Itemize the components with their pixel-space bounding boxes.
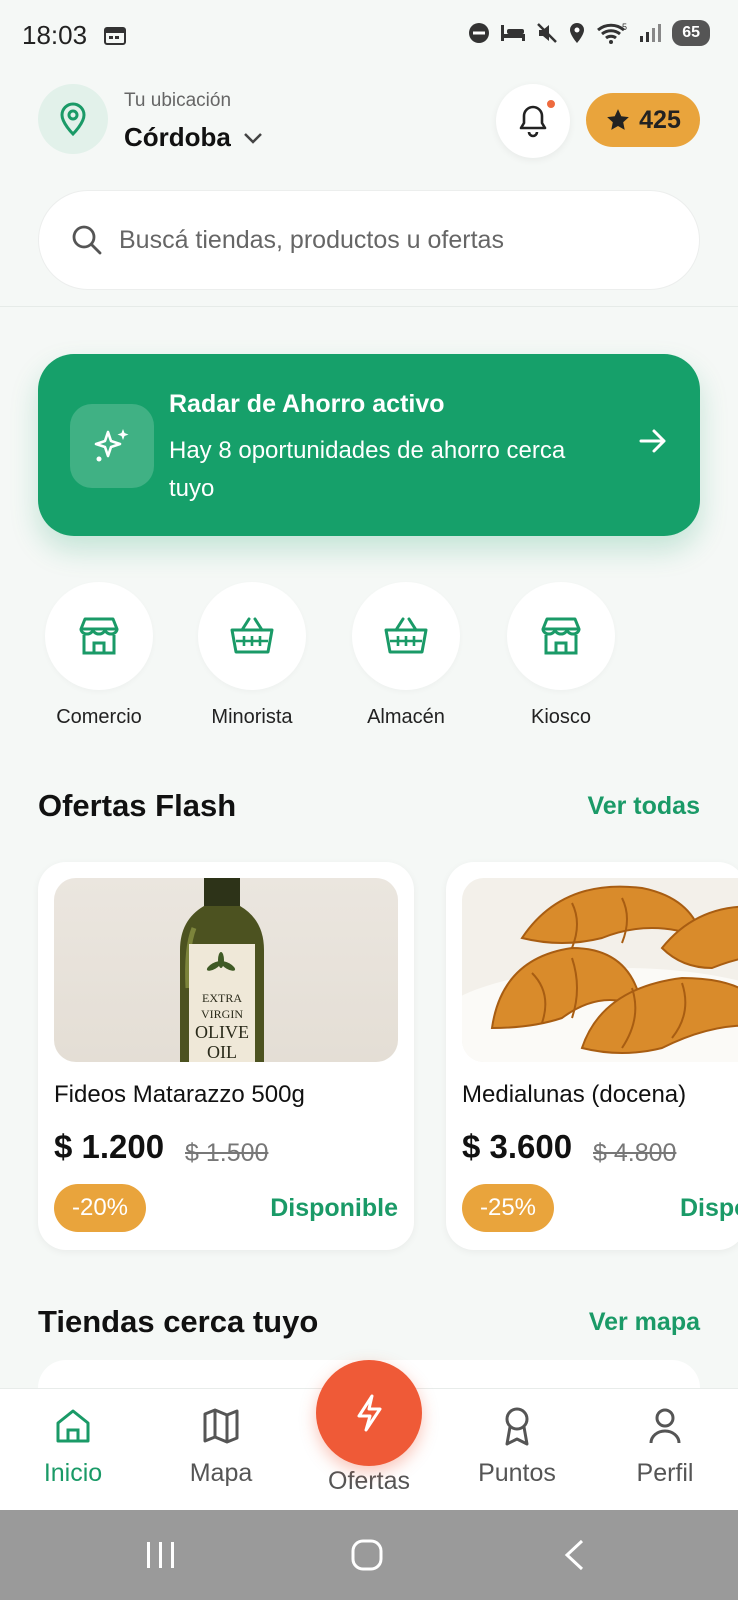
notification-dot: [545, 98, 557, 110]
availability-status: Disponible: [270, 1194, 398, 1222]
home-icon: [56, 1409, 90, 1443]
radar-title: Radar de Ahorro activo: [169, 390, 445, 418]
signal-icon: [640, 24, 662, 42]
nav-label: Puntos: [478, 1459, 556, 1487]
star-icon: [607, 109, 629, 130]
category-icon-wrap: [507, 582, 615, 690]
category-icon-wrap: [45, 582, 153, 690]
location-label: Tu ubicación: [124, 90, 232, 111]
sleep-icon: [501, 25, 526, 41]
home-system-icon[interactable]: [350, 1538, 384, 1572]
header-divider: [0, 306, 738, 307]
bolt-icon: [357, 1394, 382, 1432]
product-price: $ 1.200: [54, 1128, 165, 1165]
offers-fab-button[interactable]: [316, 1360, 422, 1466]
croissant-icon: [462, 885, 738, 1062]
basket-icon: [230, 617, 274, 654]
discount-badge: -25%: [462, 1184, 554, 1232]
status-bar: 18:03 5 65: [0, 0, 738, 66]
savings-radar-banner[interactable]: Radar de Ahorro activo Hay 8 oportunidad…: [38, 354, 700, 536]
bottle-label-text: VIRGIN: [201, 1007, 243, 1021]
arrow-right-icon: [639, 429, 666, 453]
see-map-link[interactable]: Ver mapa: [589, 1308, 700, 1337]
location-button[interactable]: [38, 84, 108, 154]
category-icon-wrap: [198, 582, 306, 690]
croissants-product-image: [462, 878, 738, 1062]
award-icon: [505, 1407, 529, 1446]
calendar-icon: [104, 27, 126, 45]
category-kiosco[interactable]: Kiosco: [481, 582, 641, 729]
points-value: 425: [639, 105, 681, 134]
bottle-label-text: OIL: [207, 1042, 237, 1062]
system-navigation-bar: [0, 1510, 738, 1600]
discount-badge: -20%: [54, 1184, 146, 1232]
nav-puntos[interactable]: Puntos: [447, 1403, 587, 1488]
radar-subtitle: Hay 8 oportunidades de ahorro cerca tuyo: [169, 437, 566, 502]
nearby-stores-title: Tiendas cerca tuyo: [38, 1304, 319, 1339]
product-name: Fideos Matarazzo 500g: [54, 1081, 305, 1108]
map-pin-icon: [60, 102, 86, 136]
nav-mapa[interactable]: Mapa: [151, 1403, 291, 1488]
category-minorista[interactable]: Minorista: [172, 582, 332, 729]
offer-card[interactable]: Medialunas (docena) $ 3.600 $ 4.800 -25%…: [446, 862, 738, 1250]
olive-oil-bottle-icon: EXTRA VIRGINOLIVEOIL: [180, 878, 264, 1062]
mute-icon: [537, 23, 558, 43]
status-time: 18:03: [22, 20, 88, 50]
flash-offers-title: Ofertas Flash: [38, 788, 237, 823]
bottle-label-text: EXTRA: [202, 991, 242, 1005]
product-name: Medialunas (docena): [462, 1081, 687, 1108]
nav-label: Perfil: [636, 1459, 694, 1487]
sparkles-icon: [70, 404, 154, 488]
availability-status: Disponible: [680, 1194, 738, 1222]
nav-ofertas[interactable]: Ofertas: [299, 1467, 439, 1496]
offer-card[interactable]: EXTRA VIRGIN OLIVE OIL Fideos Matarazzo 500…: [38, 862, 414, 1250]
product-price: $ 3.600: [462, 1128, 573, 1165]
store-icon: [541, 617, 581, 655]
nav-label: Ofertas: [328, 1467, 410, 1495]
recent-apps-icon[interactable]: [144, 1540, 178, 1570]
search-bar[interactable]: Buscá tiendas, productos u ofertas: [38, 190, 700, 290]
map-icon: [203, 1408, 239, 1444]
nav-perfil[interactable]: Perfil: [595, 1403, 735, 1488]
svg-text:5: 5: [622, 22, 627, 32]
product-old-price: $ 4.800: [593, 1139, 677, 1167]
basket-icon: [384, 617, 428, 654]
points-badge[interactable]: 425: [586, 93, 700, 147]
user-icon: [649, 1408, 681, 1444]
battery-indicator: 65: [672, 20, 710, 46]
location-status-icon: [570, 23, 585, 43]
see-all-link[interactable]: Ver todas: [587, 792, 700, 821]
nav-label: Inicio: [43, 1459, 103, 1487]
category-comercio[interactable]: Comercio: [19, 582, 179, 729]
status-icons: 5 65: [468, 20, 710, 46]
dnd-icon: [469, 23, 490, 43]
category-almacen[interactable]: Almacén: [326, 582, 486, 729]
wifi-icon: 5: [597, 22, 627, 44]
search-placeholder: Buscá tiendas, productos u ofertas: [119, 225, 504, 254]
city-selector[interactable]: Córdoba: [124, 122, 263, 153]
bottle-label-text: OLIVE: [195, 1022, 249, 1042]
back-icon[interactable]: [562, 1538, 586, 1572]
category-label: Kiosco: [530, 706, 592, 728]
category-label: Minorista: [211, 706, 293, 728]
bell-icon: [519, 105, 547, 138]
nav-inicio[interactable]: Inicio: [3, 1403, 143, 1488]
store-icon: [79, 617, 119, 655]
nav-label: Mapa: [189, 1459, 253, 1487]
category-icon-wrap: [352, 582, 460, 690]
city-name: Córdoba: [124, 122, 231, 152]
category-label: Comercio: [56, 706, 142, 728]
notifications-button[interactable]: [496, 84, 570, 158]
product-old-price: $ 1.500: [185, 1139, 269, 1167]
search-icon: [72, 225, 102, 255]
chevron-down-icon: [244, 132, 262, 144]
olive-oil-product-image: EXTRA VIRGIN OLIVE OIL: [54, 878, 398, 1062]
category-label: Almacén: [367, 706, 445, 728]
